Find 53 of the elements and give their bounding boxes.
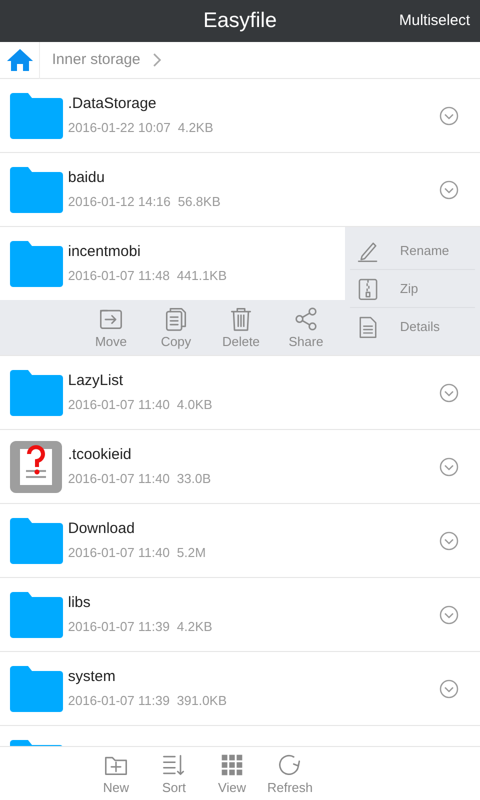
file-meta: 2016-01-22 10:07 4.2KB <box>68 120 214 136</box>
action-button[interactable]: Delete <box>222 306 260 349</box>
file-name: system <box>68 668 117 686</box>
zip-icon <box>356 276 380 300</box>
sort-icon <box>161 752 187 778</box>
file-name: Download <box>68 520 136 538</box>
file-name: .tcookieid <box>68 446 132 464</box>
file-meta: 2016-01-12 14:16 56.8KB <box>68 194 222 210</box>
multiselect-button[interactable]: Multiselect <box>399 10 470 32</box>
file-meta: 2016-01-07 11:39 391.0KB <box>68 693 228 709</box>
folder-icon <box>10 92 63 138</box>
chevron-right-icon <box>152 53 162 67</box>
toolbar-button[interactable]: New <box>97 752 135 795</box>
folder-icon <box>10 166 63 212</box>
file-meta: 2016-01-07 11:48 441.1KB <box>68 268 228 284</box>
trash-icon <box>228 306 254 332</box>
expand-button[interactable] <box>439 456 459 476</box>
expand-button[interactable] <box>439 530 459 550</box>
unknown-file-icon <box>10 440 62 492</box>
expand-button[interactable] <box>439 382 459 402</box>
file-name: LazyList <box>68 372 124 390</box>
toolbar-button[interactable]: Sort <box>155 752 193 795</box>
folder-icon <box>10 370 63 416</box>
expand-button[interactable] <box>439 180 459 200</box>
folder-icon <box>10 240 63 286</box>
file-name: .DataStorage <box>68 95 158 113</box>
copy-icon <box>163 306 189 332</box>
file-meta: 2016-01-07 11:40 5.2M <box>68 545 207 561</box>
file-meta: 2016-01-07 11:39 4.2KB <box>68 619 214 635</box>
toolbar-button[interactable]: View <box>213 752 251 795</box>
file-meta: 2016-01-07 11:40 4.0KB <box>68 397 214 413</box>
grid-icon <box>219 752 245 778</box>
file-meta: 2016-01-07 11:40 33.0B <box>68 471 212 487</box>
app-title: Easyfile <box>203 8 277 34</box>
refresh-icon <box>277 752 303 778</box>
folder-icon <box>10 666 63 712</box>
file-name: baidu <box>68 169 106 187</box>
action-button[interactable]: Move <box>92 306 130 349</box>
home-icon <box>6 48 34 72</box>
action-button[interactable]: Share <box>287 306 325 349</box>
folder-icon <box>10 518 63 564</box>
action-button[interactable]: Copy <box>157 306 195 349</box>
expand-button[interactable] <box>439 604 459 624</box>
file-name: libs <box>68 594 92 612</box>
menu-item[interactable]: Rename <box>350 232 475 270</box>
expand-button[interactable] <box>439 678 459 698</box>
file-name: incentmobi <box>68 243 142 261</box>
menu-item[interactable]: Zip <box>350 270 475 308</box>
folder-icon <box>10 592 63 638</box>
expand-button[interactable] <box>439 106 459 126</box>
menu-item[interactable]: Details <box>350 308 475 346</box>
breadcrumb-item[interactable]: Inner storage <box>52 48 140 72</box>
share-icon <box>293 306 319 332</box>
